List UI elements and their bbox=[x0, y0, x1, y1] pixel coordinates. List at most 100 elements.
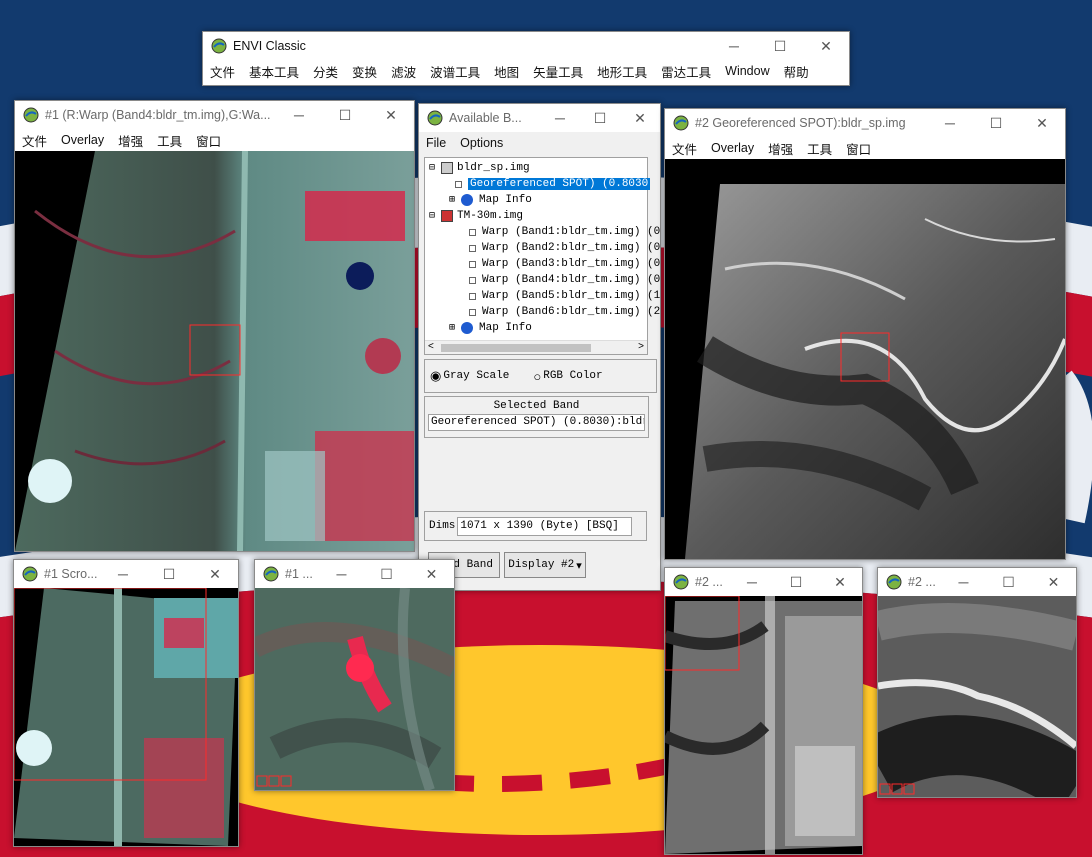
tree-label: TM-30m.img bbox=[457, 210, 524, 222]
tree-expand-icon[interactable]: ⊞ bbox=[449, 194, 461, 206]
menu-tools[interactable]: 工具 bbox=[800, 139, 839, 158]
tree-collapse-icon[interactable]: ⊟ bbox=[429, 162, 441, 174]
display2-image-titlebar[interactable]: #2 Georeferenced SPOT):bldr_sp.img ─ ☐ ✕ bbox=[665, 109, 1065, 137]
tree-row-band[interactable]: Warp (Band4:bldr_tm.img) (0 bbox=[469, 272, 660, 288]
menu-classification[interactable]: 分类 bbox=[306, 62, 345, 81]
envi-classic-titlebar[interactable]: ENVI Classic ─ ☐ ✕ bbox=[203, 32, 849, 60]
scroll-left-icon[interactable]: < bbox=[428, 341, 434, 352]
close-icon[interactable]: ✕ bbox=[1019, 109, 1065, 137]
maximize-icon[interactable]: ☐ bbox=[364, 560, 409, 588]
tree-row-map-info[interactable]: ⊞ Map Info bbox=[449, 320, 532, 336]
tree-row-file[interactable]: ⊟ TM-30m.img bbox=[429, 208, 523, 224]
tree-expand-icon[interactable]: ⊞ bbox=[449, 322, 461, 334]
menu-overlay[interactable]: Overlay bbox=[704, 141, 761, 155]
envi-logo-icon bbox=[427, 110, 443, 126]
gray-scale-radio[interactable]: ◉ bbox=[430, 368, 441, 384]
close-icon[interactable]: ✕ bbox=[803, 32, 849, 60]
close-icon[interactable]: ✕ bbox=[368, 101, 414, 129]
band-node-icon bbox=[469, 260, 476, 268]
menu-tools[interactable]: 工具 bbox=[150, 131, 189, 150]
menu-overlay[interactable]: Overlay bbox=[54, 133, 111, 147]
display2-scroll-titlebar[interactable]: #2 ... ─ ☐ ✕ bbox=[665, 568, 862, 596]
minimize-icon[interactable]: ─ bbox=[711, 32, 757, 60]
menu-window[interactable]: Window bbox=[718, 64, 776, 78]
display1-scroll-titlebar[interactable]: #1 Scro... ─ ☐ ✕ bbox=[14, 560, 238, 588]
menu-file[interactable]: 文件 bbox=[15, 131, 54, 150]
envi-logo-icon bbox=[211, 38, 227, 54]
menu-window[interactable]: 窗口 bbox=[189, 131, 228, 150]
close-icon[interactable]: ✕ bbox=[1031, 568, 1076, 596]
dims-group: Dims 1071 x 1390 (Byte) [BSQ] bbox=[424, 511, 647, 541]
tree-row-band[interactable]: Warp (Band1:bldr_tm.img) (0 bbox=[469, 224, 660, 240]
minimize-icon[interactable]: ─ bbox=[730, 568, 774, 596]
display1-image-title: #1 (R:Warp (Band4:bldr_tm.img),G:Wa... bbox=[45, 108, 271, 122]
selected-band-value: Georeferenced SPOT) (0.8030):bldr_sp bbox=[428, 414, 645, 431]
display2-scroll-canvas[interactable] bbox=[665, 596, 862, 854]
menu-spectral-tools[interactable]: 波谱工具 bbox=[423, 62, 487, 81]
close-icon[interactable]: ✕ bbox=[620, 104, 660, 132]
display1-zoom-canvas[interactable] bbox=[255, 588, 454, 790]
tree-row-band[interactable]: Warp (Band2:bldr_tm.img) (0 bbox=[469, 240, 660, 256]
minimize-icon[interactable]: ─ bbox=[540, 104, 580, 132]
tree-label: Warp (Band2:bldr_tm.img) (0 bbox=[482, 242, 661, 254]
menu-map[interactable]: 地图 bbox=[487, 62, 526, 81]
menu-radar-tools[interactable]: 雷达工具 bbox=[654, 62, 718, 81]
menu-enhance[interactable]: 增强 bbox=[111, 131, 150, 150]
available-bands-titlebar[interactable]: Available B... ─ ☐ ✕ bbox=[419, 104, 660, 132]
display-select-button[interactable]: Display #2 ▾ bbox=[504, 552, 586, 578]
menu-filter[interactable]: 滤波 bbox=[384, 62, 423, 81]
display1-image-canvas[interactable] bbox=[15, 151, 414, 551]
tree-row-band[interactable]: Warp (Band6:bldr_tm.img) (2 bbox=[469, 304, 660, 320]
band-tree-list[interactable]: ⊟ bldr_sp.img Georeferenced SPOT) (0.803… bbox=[424, 157, 660, 355]
display2-zoom-canvas[interactable] bbox=[878, 596, 1076, 797]
menu-vector-tools[interactable]: 矢量工具 bbox=[526, 62, 590, 81]
menu-window[interactable]: 窗口 bbox=[839, 139, 878, 158]
display2-image-canvas[interactable] bbox=[665, 159, 1065, 559]
maximize-icon[interactable]: ☐ bbox=[322, 101, 368, 129]
close-icon[interactable]: ✕ bbox=[818, 568, 862, 596]
minimize-icon[interactable]: ─ bbox=[276, 101, 322, 129]
scroll-right-icon[interactable]: > bbox=[638, 341, 644, 352]
dims-value: 1071 x 1390 (Byte) [BSQ] bbox=[457, 516, 633, 536]
selected-band-group: Selected Band Georeferenced SPOT) (0.803… bbox=[424, 396, 649, 438]
menu-transform[interactable]: 变换 bbox=[345, 62, 384, 81]
minimize-icon[interactable]: ─ bbox=[100, 560, 146, 588]
menu-topographic-tools[interactable]: 地形工具 bbox=[590, 62, 654, 81]
display2-zoom-titlebar[interactable]: #2 ... ─ ☐ ✕ bbox=[878, 568, 1076, 596]
menu-options[interactable]: Options bbox=[453, 136, 510, 150]
tree-label: Map Info bbox=[479, 194, 532, 206]
display1-scroll-title: #1 Scro... bbox=[44, 567, 98, 581]
menu-file[interactable]: 文件 bbox=[203, 62, 242, 81]
scroll-thumb[interactable] bbox=[441, 344, 591, 352]
tree-row-band[interactable]: Warp (Band5:bldr_tm.img) (1 bbox=[469, 288, 660, 304]
minimize-icon[interactable]: ─ bbox=[319, 560, 364, 588]
tree-collapse-icon[interactable]: ⊟ bbox=[429, 210, 441, 222]
maximize-icon[interactable]: ☐ bbox=[986, 568, 1031, 596]
maximize-icon[interactable]: ☐ bbox=[757, 32, 803, 60]
menu-file[interactable]: File bbox=[419, 136, 453, 150]
horizontal-scrollbar[interactable]: < > bbox=[425, 340, 647, 354]
menu-enhance[interactable]: 增强 bbox=[761, 139, 800, 158]
display1-image-titlebar[interactable]: #1 (R:Warp (Band4:bldr_tm.img),G:Wa... ─… bbox=[15, 101, 414, 129]
menu-file[interactable]: 文件 bbox=[665, 139, 704, 158]
display1-scroll-canvas[interactable] bbox=[14, 588, 238, 846]
tree-row-band[interactable]: Warp (Band3:bldr_tm.img) (0 bbox=[469, 256, 660, 272]
close-icon[interactable]: ✕ bbox=[192, 560, 238, 588]
display1-zoom-titlebar[interactable]: #1 ... ─ ☐ ✕ bbox=[255, 560, 454, 588]
maximize-icon[interactable]: ☐ bbox=[580, 104, 620, 132]
minimize-icon[interactable]: ─ bbox=[927, 109, 973, 137]
maximize-icon[interactable]: ☐ bbox=[774, 568, 818, 596]
maximize-icon[interactable]: ☐ bbox=[973, 109, 1019, 137]
menu-basic-tools[interactable]: 基本工具 bbox=[242, 62, 306, 81]
minimize-icon[interactable]: ─ bbox=[941, 568, 986, 596]
close-icon[interactable]: ✕ bbox=[409, 560, 454, 588]
tree-row-file[interactable]: ⊟ bldr_sp.img bbox=[429, 160, 530, 176]
tree-row-band-selected[interactable]: Georeferenced SPOT) (0.8030 bbox=[455, 176, 651, 192]
selected-band-heading: Selected Band bbox=[493, 400, 580, 412]
tree-label: Map Info bbox=[479, 322, 532, 334]
maximize-icon[interactable]: ☐ bbox=[146, 560, 192, 588]
rgb-color-radio[interactable]: ○ bbox=[533, 369, 541, 384]
menu-help[interactable]: 帮助 bbox=[777, 62, 816, 81]
tree-row-map-info[interactable]: ⊞ Map Info bbox=[449, 192, 532, 208]
display1-zoom-window: #1 ... ─ ☐ ✕ bbox=[254, 559, 455, 791]
